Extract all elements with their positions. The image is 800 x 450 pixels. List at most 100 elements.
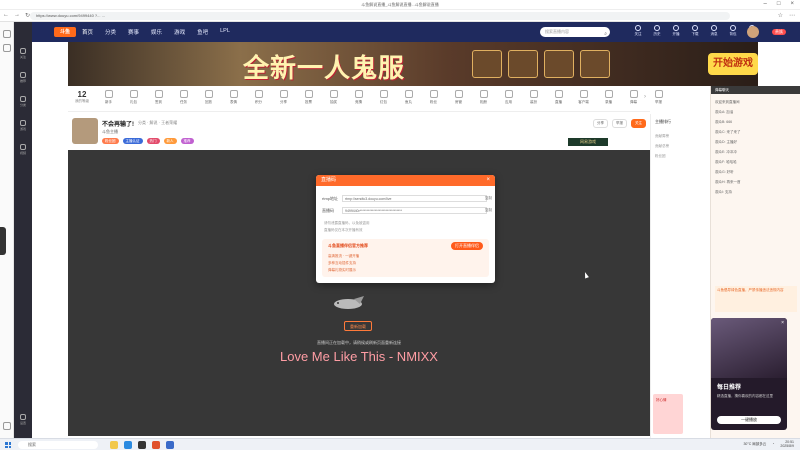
rail-item-video[interactable]: 视频 bbox=[16, 144, 30, 155]
clock[interactable]: 20:51 2025/8/9 bbox=[780, 440, 794, 448]
tag[interactable]: 热门 bbox=[146, 138, 160, 144]
nav-yuba[interactable]: 鱼吧 bbox=[197, 28, 208, 36]
menu-icon[interactable]: ⋯ bbox=[789, 12, 795, 19]
terminal-icon[interactable] bbox=[138, 441, 146, 449]
tabs-icon[interactable] bbox=[3, 30, 11, 38]
toolbar-item[interactable]: 举报 bbox=[646, 90, 671, 105]
weather-status[interactable]: 30°C 局部多云 bbox=[743, 442, 766, 447]
nav-category[interactable]: 分类 bbox=[105, 28, 116, 36]
tag[interactable]: 新人 bbox=[163, 138, 177, 144]
key-field[interactable]: 9499440r******************************* bbox=[342, 207, 487, 214]
toolbar-item[interactable]: 相册 bbox=[471, 90, 496, 105]
rank-line[interactable]: 粉丝团 bbox=[655, 154, 666, 159]
copy-key-button[interactable]: 复制 bbox=[485, 208, 492, 213]
toolbar-item[interactable]: 投票 bbox=[296, 90, 321, 105]
rank-line[interactable]: 贡献周榜 bbox=[655, 134, 669, 139]
retry-button[interactable]: 重新加载 bbox=[344, 321, 372, 331]
header-broadcast[interactable]: 开播 bbox=[670, 25, 682, 37]
copy-rtmp-button[interactable]: 复制 bbox=[485, 196, 492, 201]
user-avatar[interactable] bbox=[747, 26, 759, 38]
back-icon[interactable]: ← bbox=[3, 12, 9, 19]
toolbar-item[interactable]: 红包 bbox=[371, 90, 396, 105]
rtmp-field[interactable]: rtmp://sendtc3.douyu.com/live bbox=[342, 195, 487, 202]
windows-start-icon[interactable] bbox=[5, 442, 11, 448]
edge-browser-icon[interactable] bbox=[124, 441, 132, 449]
share-button[interactable]: 分享 bbox=[593, 119, 608, 128]
follow-button[interactable]: 关注 bbox=[631, 119, 646, 128]
toolbar-item[interactable]: 录播 bbox=[596, 90, 621, 105]
network-icon[interactable]: ◔ bbox=[772, 442, 774, 446]
vip-badge[interactable]: 贵族 bbox=[772, 29, 786, 35]
close-icon[interactable]: × bbox=[790, 1, 794, 7]
url-input[interactable]: https://www.douyu.com/9499440 ?... ... bbox=[30, 12, 730, 20]
rail-item-recommend[interactable]: 推荐 bbox=[16, 72, 30, 83]
settings-icon[interactable] bbox=[3, 422, 11, 430]
search-input[interactable]: 搜索直播内容 ⌕ bbox=[540, 27, 610, 37]
toolbar-item[interactable]: 回放 bbox=[196, 90, 221, 105]
tool-icon bbox=[654, 90, 663, 98]
tag[interactable]: 粉丝团 bbox=[102, 138, 119, 144]
app-icon[interactable] bbox=[166, 441, 174, 449]
toolbar-item[interactable]: 弹幕 bbox=[621, 90, 646, 105]
toolbar-item[interactable]: 新手 bbox=[96, 90, 121, 105]
site-logo[interactable]: 斗鱼 bbox=[54, 27, 76, 37]
user-level[interactable]: 12 我的等级 bbox=[72, 90, 92, 104]
minimize-icon[interactable]: – bbox=[764, 1, 767, 7]
toolbar-item[interactable]: 签到 bbox=[146, 90, 171, 105]
promo-banner[interactable]: 全新一人鬼服 开始游戏 bbox=[68, 42, 758, 86]
report-button[interactable]: 举报 bbox=[612, 119, 627, 128]
rail-item-game[interactable]: 游戏 bbox=[16, 120, 30, 131]
header-messages[interactable]: 消息 bbox=[708, 25, 720, 37]
recommend-preview[interactable] bbox=[711, 318, 787, 378]
toolbar-item[interactable]: 鱼丸 bbox=[396, 90, 421, 105]
toolbar-item[interactable]: 竞猜 bbox=[346, 90, 371, 105]
play-all-button[interactable]: 一键播放 bbox=[717, 416, 781, 424]
favorites-icon[interactable] bbox=[3, 44, 11, 52]
forward-icon[interactable]: → bbox=[14, 12, 20, 19]
gift-card[interactable]: 好心情 bbox=[653, 394, 683, 434]
rank-line[interactable]: 贡献总榜 bbox=[655, 144, 669, 149]
toolbar-item[interactable]: 表情 bbox=[221, 90, 246, 105]
toolbar-item[interactable]: 积分 bbox=[246, 90, 271, 105]
nav-events[interactable]: 赛事 bbox=[128, 28, 139, 36]
toolbar-item[interactable]: 抽奖 bbox=[321, 90, 346, 105]
close-icon[interactable]: × bbox=[486, 175, 490, 186]
header-follow[interactable]: 关注 bbox=[632, 25, 644, 37]
rail-item-follow[interactable]: 关注 bbox=[16, 48, 30, 59]
maximize-icon[interactable]: □ bbox=[777, 1, 781, 7]
rail-item-category[interactable]: 分类 bbox=[16, 96, 30, 107]
nav-entertainment[interactable]: 娱乐 bbox=[151, 28, 162, 36]
room-ad[interactable]: 网易游戏 bbox=[568, 138, 608, 146]
app-icon[interactable] bbox=[152, 441, 160, 449]
toolbar-item[interactable]: 装扮 bbox=[521, 90, 546, 105]
tag[interactable]: 主播认证 bbox=[122, 138, 143, 144]
close-icon[interactable]: × bbox=[781, 320, 784, 326]
file-explorer-icon[interactable] bbox=[110, 441, 118, 449]
toolbar-item[interactable]: 分享 bbox=[271, 90, 296, 105]
banner-cta-button[interactable]: 开始游戏 bbox=[708, 53, 758, 75]
open-companion-button[interactable]: 打开直播伴侣 bbox=[451, 242, 483, 250]
toolbar-item[interactable]: 礼包 bbox=[121, 90, 146, 105]
nav-lpl[interactable]: LPL bbox=[220, 28, 230, 36]
streamer-avatar[interactable] bbox=[72, 118, 98, 144]
header-backpack[interactable]: 背包 bbox=[727, 25, 739, 37]
search-icon[interactable]: ⌕ bbox=[604, 29, 607, 39]
toolbar-item[interactable]: 粉丝 bbox=[421, 90, 446, 105]
rail-item-settings[interactable]: 设置 bbox=[16, 414, 30, 425]
streamer-name[interactable]: 斗鱼主播 bbox=[102, 129, 118, 135]
header-download[interactable]: 下载 bbox=[689, 25, 701, 37]
header-history[interactable]: 历史 bbox=[651, 25, 663, 37]
nav-game[interactable]: 游戏 bbox=[174, 28, 185, 36]
toolbar-item[interactable]: 房管 bbox=[446, 90, 471, 105]
taskbar-search[interactable]: 搜索 bbox=[18, 441, 98, 449]
bookmark-icon[interactable]: ☆ bbox=[778, 12, 783, 19]
sidebar-handle[interactable] bbox=[0, 227, 6, 255]
video-icon bbox=[20, 144, 26, 150]
tag[interactable]: 推荐 bbox=[180, 138, 194, 144]
nav-home[interactable]: 首页 bbox=[82, 28, 93, 36]
toolbar-item[interactable]: 客户端 bbox=[571, 90, 596, 105]
chevron-right-icon[interactable]: › bbox=[644, 94, 646, 100]
toolbar-item[interactable]: 直播 bbox=[546, 90, 571, 105]
toolbar-item[interactable]: 任务 bbox=[171, 90, 196, 105]
toolbar-item[interactable]: 应用 bbox=[496, 90, 521, 105]
